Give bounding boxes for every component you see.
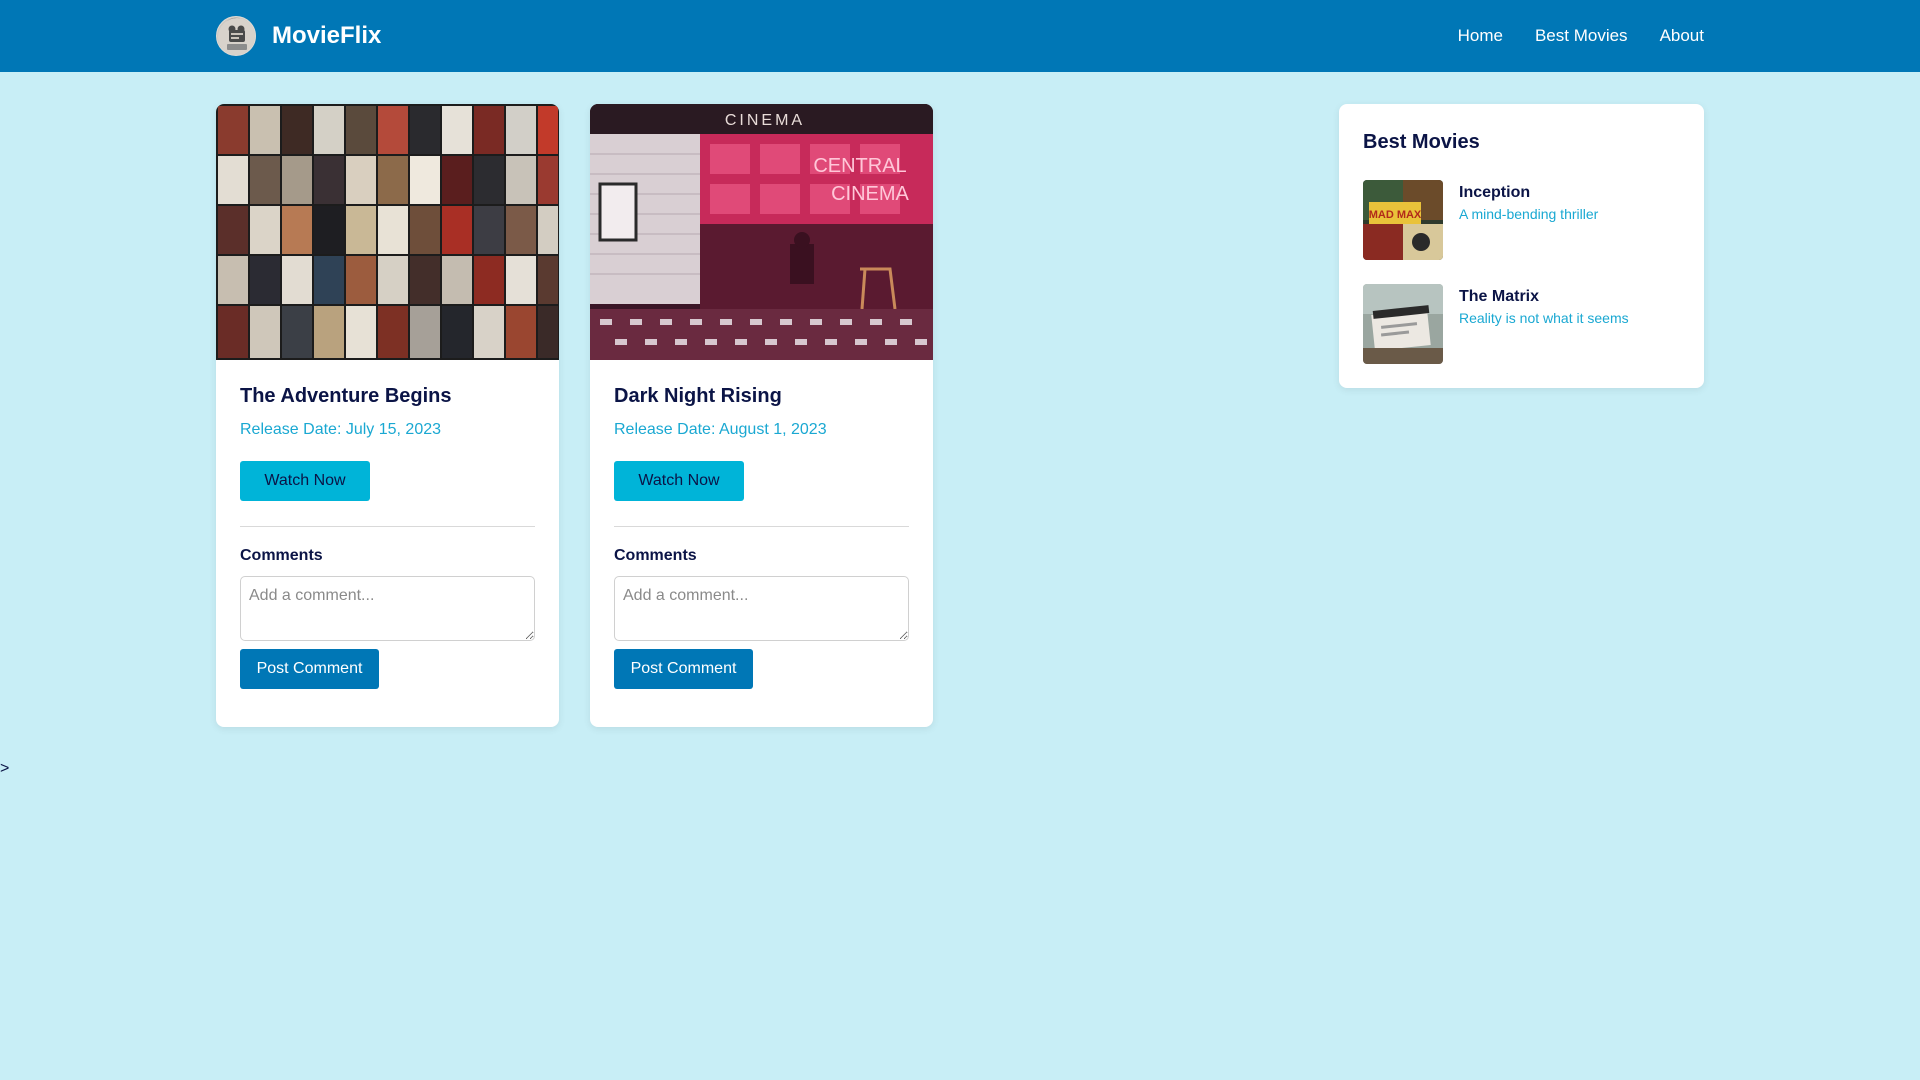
comment-input[interactable] [614,576,909,641]
best-movie-item[interactable]: MAD MAX Inception A mind-bending thrille… [1363,180,1680,260]
movie-card-body: The Adventure Begins Release Date: July … [216,360,559,689]
movie-card-body: Dark Night Rising Release Date: August 1… [590,360,933,689]
nav-home-link[interactable]: Home [1458,26,1503,46]
movie-card: CINEMA CENTRAL CINEMA Dark Night Rising … [590,104,933,727]
watch-now-button[interactable]: Watch Now [614,461,744,501]
comments-heading: Comments [240,547,323,564]
main-nav: Home Best Movies About [1426,0,1704,72]
best-movie-info: Inception A mind-bending thriller [1459,180,1598,260]
comment-input[interactable] [240,576,535,641]
nav-about-link[interactable]: About [1660,26,1704,46]
movie-title: Dark Night Rising [614,385,782,407]
comments-heading: Comments [614,547,697,564]
brand-name[interactable]: MovieFlix [272,22,381,50]
movie-card: The Adventure Begins Release Date: July … [216,104,559,727]
best-movie-info: The Matrix Reality is not what it seems [1459,284,1629,364]
movie-release-date: Release Date: August 1, 2023 [614,421,827,438]
best-movie-item[interactable]: The Matrix Reality is not what it seems [1363,284,1680,364]
movie-cinema-image: CINEMA CENTRAL CINEMA [590,104,933,360]
best-movie-thumbnail [1363,284,1443,364]
post-comment-button[interactable]: Post Comment [240,649,379,689]
watch-now-button[interactable]: Watch Now [240,461,370,501]
divider [240,526,535,527]
svg-text:CENTRAL: CENTRAL [813,155,906,177]
best-movies-sidebar: Best Movies MAD MAX Inception A mind-ben… [1339,104,1704,388]
brand[interactable]: MovieFlix [216,16,381,56]
best-movie-description: A mind-bending thriller [1459,206,1599,222]
svg-text:CINEMA: CINEMA [725,112,805,129]
best-movie-thumbnail: MAD MAX [1363,180,1443,260]
svg-text:MAD MAX: MAD MAX [1369,209,1422,221]
sidebar-title: Best Movies [1363,131,1480,153]
movie-release-date: Release Date: July 15, 2023 [240,421,442,438]
stray-text: > [0,760,10,777]
best-movie-title: Inception [1459,184,1531,201]
svg-text:CINEMA: CINEMA [831,183,909,205]
nav-best-movies-link[interactable]: Best Movies [1535,26,1628,46]
best-movie-title: The Matrix [1459,288,1540,305]
best-movie-description: Reality is not what it seems [1459,310,1629,326]
movie-poster-wall-image [216,104,559,360]
divider [614,526,909,527]
brand-logo-icon [216,16,256,56]
top-navbar: MovieFlix Home Best Movies About [0,0,1920,72]
movie-title: The Adventure Begins [240,385,452,407]
post-comment-button[interactable]: Post Comment [614,649,753,689]
